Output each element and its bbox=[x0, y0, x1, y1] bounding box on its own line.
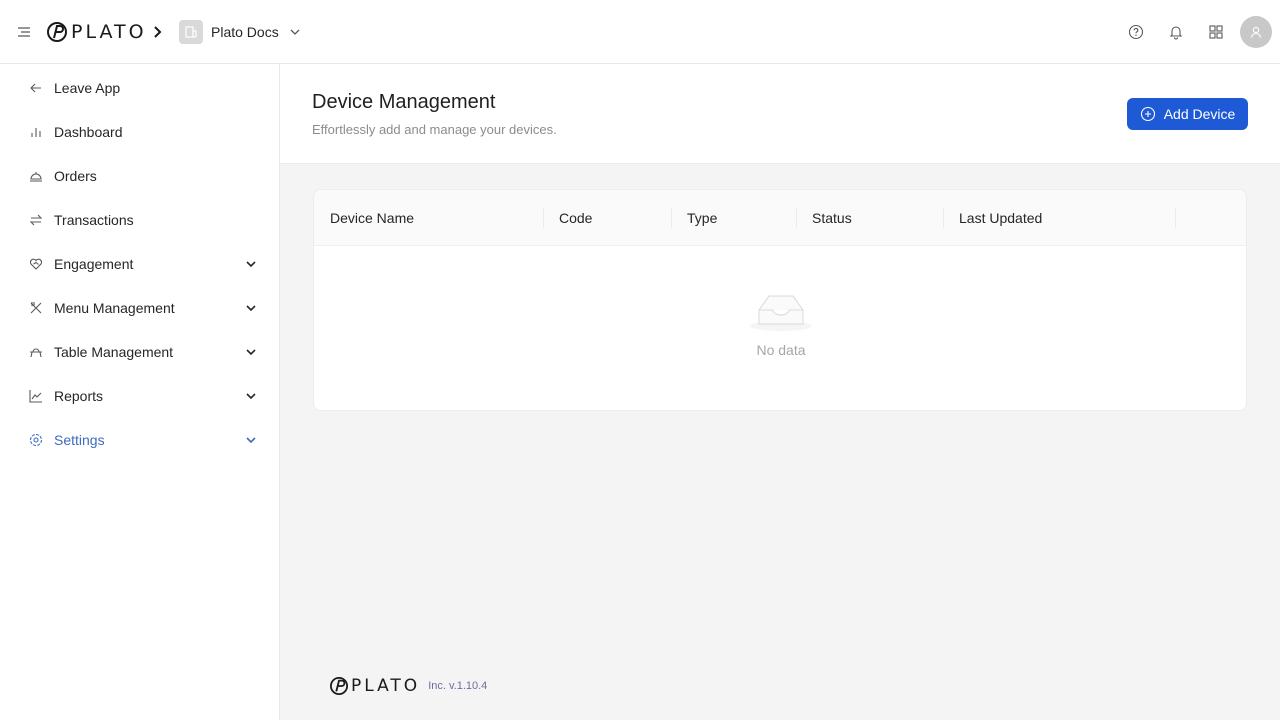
chevron-down-icon bbox=[246, 261, 256, 268]
footer: PLATO Inc. v.1.10.4 bbox=[330, 676, 487, 696]
sidebar-item-label: Settings bbox=[54, 432, 105, 448]
sidebar-item-label: Menu Management bbox=[54, 300, 175, 316]
add-device-button[interactable]: Add Device bbox=[1127, 98, 1248, 130]
gear-icon bbox=[28, 432, 44, 448]
heart-handshake-icon bbox=[28, 256, 44, 272]
sidebar-item-label: Leave App bbox=[54, 80, 121, 96]
column-header-device-name[interactable]: Device Name bbox=[314, 190, 543, 246]
line-chart-icon bbox=[28, 388, 44, 404]
sidebar-item-menu-management[interactable]: Menu Management bbox=[0, 288, 279, 328]
chevron-down-icon bbox=[246, 393, 256, 400]
chevron-down-icon bbox=[246, 305, 256, 312]
plato-mark-icon bbox=[330, 677, 348, 695]
column-divider bbox=[1175, 208, 1176, 228]
table-header: Device Name Code Type Status Last Update… bbox=[314, 190, 1246, 246]
sidebar: Leave App Dashboard Orders Transactions … bbox=[0, 64, 280, 720]
sidebar-item-label: Orders bbox=[54, 168, 97, 184]
top-header: PLATO Plato Docs bbox=[0, 0, 1280, 64]
version-text: Inc. v.1.10.4 bbox=[428, 680, 488, 692]
help-icon[interactable] bbox=[1120, 16, 1152, 48]
plato-mark-icon bbox=[47, 22, 67, 42]
chevron-right-icon bbox=[154, 26, 162, 38]
empty-state: No data bbox=[314, 290, 1246, 358]
sidebar-item-dashboard[interactable]: Dashboard bbox=[0, 112, 279, 152]
bell-icon[interactable] bbox=[1160, 16, 1192, 48]
sidebar-item-reports[interactable]: Reports bbox=[0, 376, 279, 416]
add-device-label: Add Device bbox=[1163, 106, 1236, 122]
sidebar-item-label: Reports bbox=[54, 388, 104, 404]
building-icon bbox=[179, 20, 203, 44]
table-icon bbox=[28, 344, 44, 360]
column-header-status[interactable]: Status bbox=[796, 190, 943, 246]
sidebar-item-label: Dashboard bbox=[54, 124, 123, 140]
sidebar-item-table-management[interactable]: Table Management bbox=[0, 332, 279, 372]
menu-fold-icon[interactable] bbox=[16, 24, 32, 40]
sidebar-item-orders[interactable]: Orders bbox=[0, 156, 279, 196]
column-header-type[interactable]: Type bbox=[671, 190, 796, 246]
page-title: Device Management bbox=[312, 91, 496, 113]
apps-grid-icon[interactable] bbox=[1200, 16, 1232, 48]
column-header-code[interactable]: Code bbox=[543, 190, 671, 246]
footer-brand: PLATO bbox=[351, 676, 421, 696]
org-switcher[interactable]: Plato Docs bbox=[179, 20, 301, 44]
sidebar-item-transactions[interactable]: Transactions bbox=[0, 200, 279, 240]
devices-table: Device Name Code Type Status Last Update… bbox=[313, 189, 1247, 411]
empty-inbox-icon bbox=[750, 295, 812, 331]
sidebar-item-label: Table Management bbox=[54, 344, 174, 360]
sidebar-item-settings[interactable]: Settings bbox=[0, 420, 279, 460]
brand-wordmark: PLATO bbox=[71, 21, 147, 43]
empty-text: No data bbox=[756, 342, 806, 358]
chevron-down-icon bbox=[290, 29, 300, 35]
sidebar-item-label: Transactions bbox=[54, 212, 134, 228]
sidebar-item-label: Engagement bbox=[54, 256, 134, 272]
chevron-down-icon bbox=[246, 349, 256, 356]
utensils-icon bbox=[28, 300, 44, 316]
bar-chart-icon bbox=[28, 124, 44, 140]
cloche-icon bbox=[28, 168, 44, 184]
user-avatar-icon[interactable] bbox=[1240, 16, 1272, 48]
plus-circle-icon bbox=[1140, 106, 1155, 122]
brand-logo[interactable]: PLATO bbox=[47, 20, 147, 44]
header-actions bbox=[1112, 16, 1272, 48]
page-header: Device Management Effortlessly add and m… bbox=[280, 64, 1280, 164]
column-header-last-updated[interactable]: Last Updated bbox=[943, 190, 1175, 246]
arrow-left-icon bbox=[28, 80, 44, 96]
sidebar-item-engagement[interactable]: Engagement bbox=[0, 244, 279, 284]
org-name: Plato Docs bbox=[211, 24, 279, 40]
chevron-down-icon bbox=[246, 437, 256, 444]
page-subtitle: Effortlessly add and manage your devices… bbox=[312, 122, 557, 137]
sidebar-item-leave-app[interactable]: Leave App bbox=[0, 68, 279, 108]
swap-arrows-icon bbox=[28, 212, 44, 228]
